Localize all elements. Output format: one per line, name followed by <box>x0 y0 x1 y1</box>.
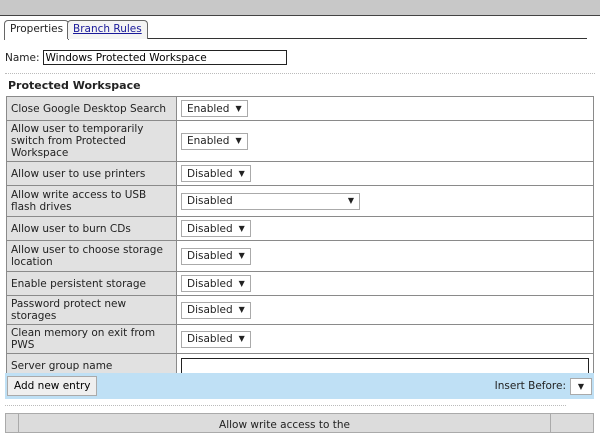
dropdown-arrow-icon: ▼ <box>238 334 245 343</box>
row-label: Close Google Desktop Search <box>6 96 177 121</box>
row-label: Allow user to choose storage location <box>6 240 177 272</box>
select-value: Disabled <box>187 250 233 262</box>
temp-switch-select[interactable]: Enabled ▼ <box>181 132 248 150</box>
row-label: Allow write access to USB flash drives <box>6 185 177 217</box>
row-label: Password protect new storages <box>6 295 177 325</box>
dropdown-arrow-icon: ▼ <box>238 305 245 314</box>
entry-toolbar: Add new entry Insert Before: ▼ <box>5 373 594 399</box>
row-label: Enable persistent storage <box>6 271 177 296</box>
entries-table-header: Allow write access to the <box>5 413 594 433</box>
close-google-desktop-select[interactable]: Enabled ▼ <box>181 100 248 117</box>
divider <box>5 405 566 406</box>
burn-cds-select[interactable]: Disabled ▼ <box>181 220 251 237</box>
name-label: Name: <box>5 51 40 64</box>
storage-location-select[interactable]: Disabled ▼ <box>181 247 251 265</box>
table-row: Allow user to use printers Disabled ▼ <box>6 161 594 186</box>
tab-bar: Properties Branch Rules <box>4 20 587 40</box>
clean-memory-select[interactable]: Disabled ▼ <box>181 330 251 348</box>
row-label: Allow user to use printers <box>6 161 177 186</box>
select-value: Disabled <box>187 195 233 207</box>
select-value: Disabled <box>187 167 233 180</box>
divider <box>5 73 595 74</box>
usb-write-select[interactable]: Disabled ▼ <box>181 192 360 210</box>
insert-before: Insert Before: ▼ <box>494 377 592 395</box>
tab-branch-rules[interactable]: Branch Rules <box>67 20 148 39</box>
row-label: Clean memory on exit from PWS <box>6 324 177 354</box>
dropdown-arrow-icon: ▼ <box>347 196 354 205</box>
add-new-entry-button[interactable]: Add new entry <box>7 376 98 396</box>
dropdown-arrow-icon: ▼ <box>235 103 242 113</box>
select-value: Disabled <box>187 333 233 345</box>
server-group-name-input[interactable] <box>181 357 589 374</box>
select-value: Disabled <box>187 277 233 290</box>
select-value: Enabled <box>187 102 230 115</box>
dropdown-arrow-icon: ▼ <box>238 278 245 288</box>
table-row: Password protect new storages Disabled ▼ <box>6 295 594 325</box>
table-row: Allow write access to USB flash drives Di… <box>6 185 594 217</box>
select-value: Disabled <box>187 304 233 316</box>
select-value: Enabled <box>187 135 230 147</box>
table-row: Enable persistent storage Disabled ▼ <box>6 271 594 296</box>
table-row: Allow user to burn CDs Disabled ▼ <box>6 216 594 241</box>
properties-table: Close Google Desktop Search Enabled ▼ Allo… <box>6 96 594 378</box>
name-row: Name: <box>5 50 287 65</box>
insert-before-select[interactable]: ▼ <box>570 377 592 395</box>
row-label: Allow user to temporarily switch from Pr… <box>6 120 177 162</box>
section-title: Protected Workspace <box>8 79 141 92</box>
row-label: Allow user to burn CDs <box>6 216 177 241</box>
persistent-storage-select[interactable]: Disabled ▼ <box>181 275 251 292</box>
dropdown-arrow-icon: ▼ <box>238 223 245 233</box>
name-input[interactable] <box>42 50 287 65</box>
dropdown-arrow-icon: ▼ <box>238 168 245 178</box>
top-bar <box>0 0 600 16</box>
table-row: Allow user to choose storage location Dis… <box>6 240 594 272</box>
table-row: Clean memory on exit from PWS Disabled ▼ <box>6 324 594 354</box>
dropdown-arrow-icon: ▼ <box>235 136 242 145</box>
tab-properties[interactable]: Properties <box>4 20 70 40</box>
insert-before-label: Insert Before: <box>494 380 566 392</box>
table-row: Allow user to temporarily switch from Pr… <box>6 120 594 162</box>
table-row: Close Google Desktop Search Enabled ▼ <box>6 96 594 121</box>
password-protect-select[interactable]: Disabled ▼ <box>181 301 251 319</box>
dropdown-arrow-icon: ▼ <box>577 381 585 391</box>
select-value: Disabled <box>187 222 233 235</box>
dropdown-arrow-icon: ▼ <box>238 251 245 260</box>
printers-select[interactable]: Disabled ▼ <box>181 165 251 182</box>
